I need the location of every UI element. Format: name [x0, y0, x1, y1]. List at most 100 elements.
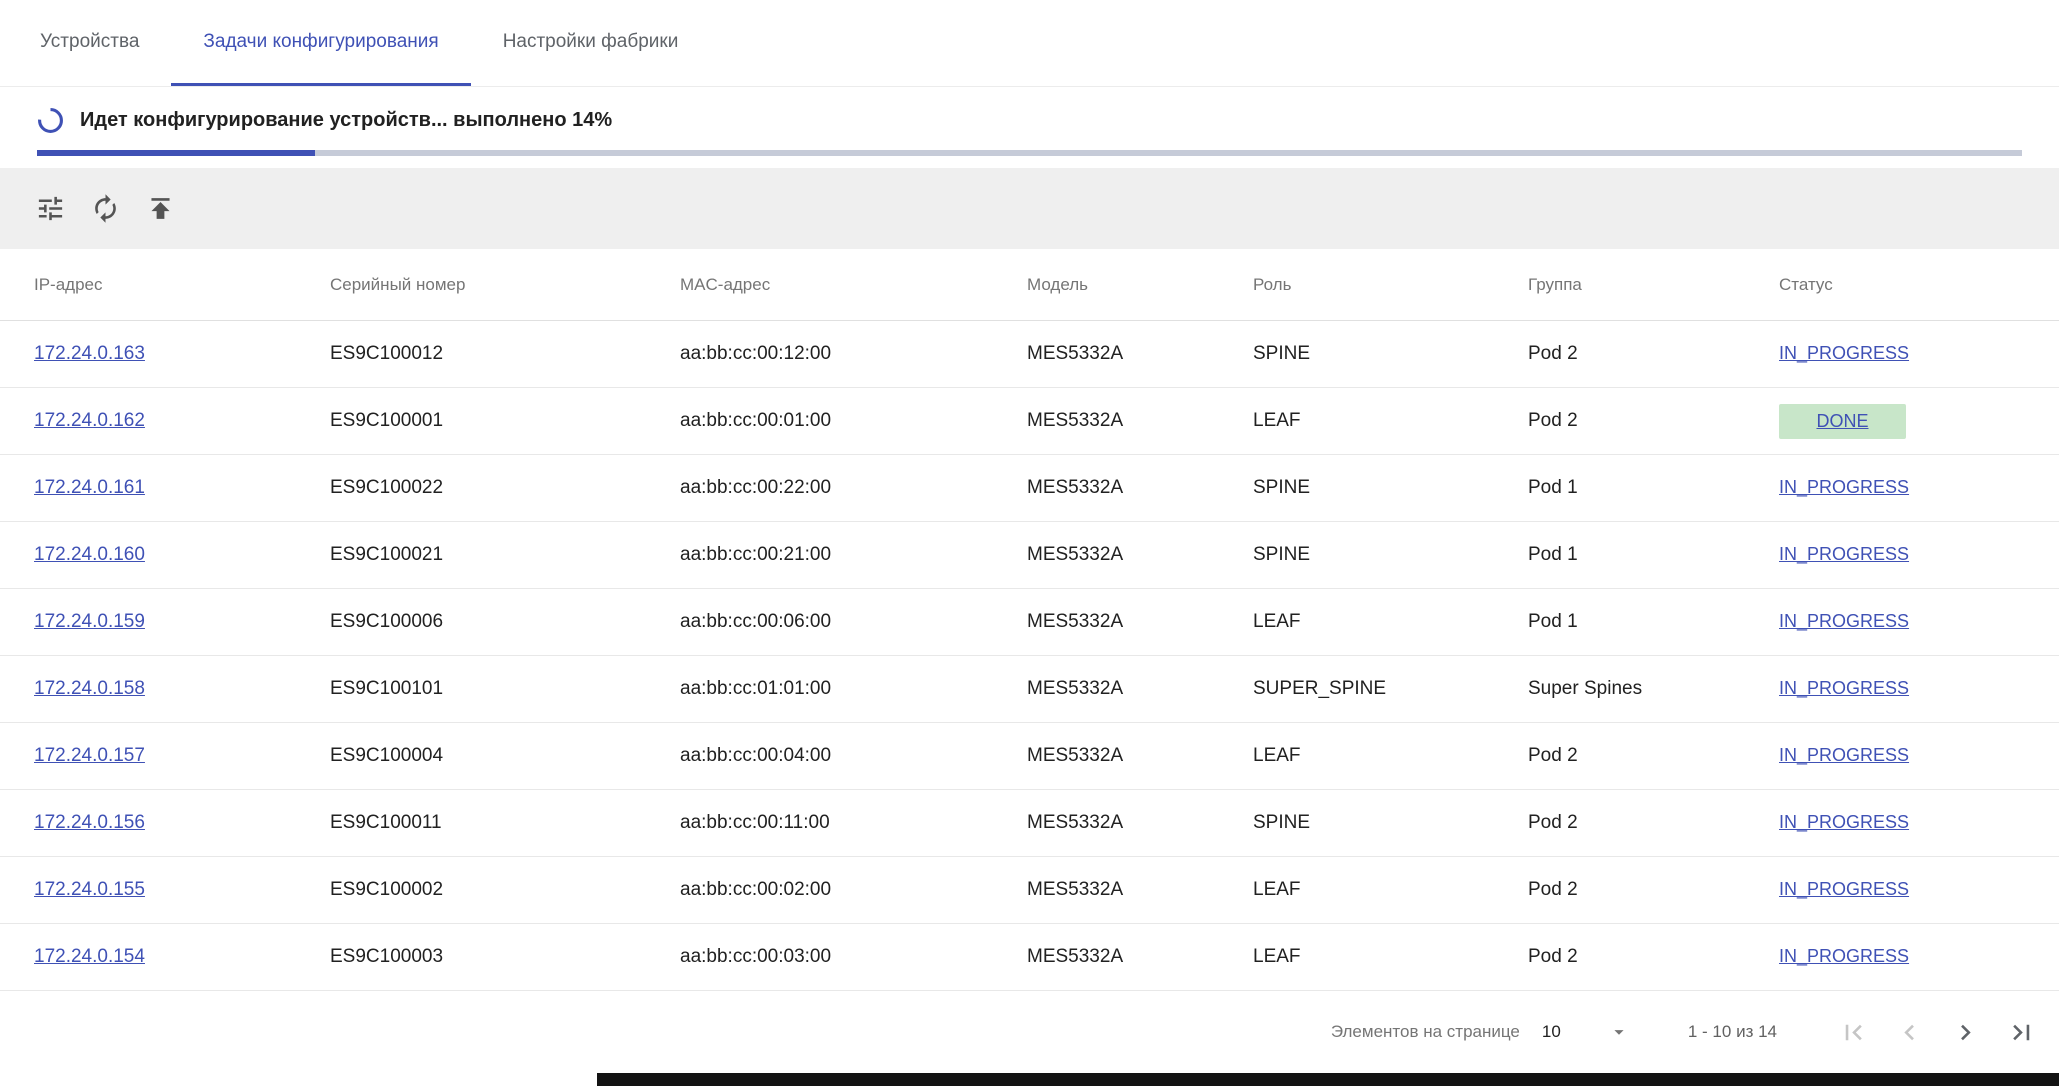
- ip-cell: 172.24.0.159: [34, 611, 330, 633]
- progress-fill: [37, 150, 315, 156]
- table-row: 172.24.0.156 ES9C100011 aa:bb:cc:00:11:0…: [0, 790, 2059, 857]
- group-cell: Pod 1: [1528, 477, 1779, 499]
- status-cell: IN_PROGRESS: [1779, 812, 2059, 834]
- role-cell: SPINE: [1253, 812, 1528, 834]
- pagination-bar: Элементов на странице 10 1 - 10 из 14: [0, 991, 2059, 1073]
- table-row: 172.24.0.158 ES9C100101 aa:bb:cc:01:01:0…: [0, 656, 2059, 723]
- ip-link[interactable]: 172.24.0.155: [34, 879, 145, 900]
- status-link[interactable]: IN_PROGRESS: [1779, 611, 1909, 631]
- serial-cell: ES9C100004: [330, 745, 680, 767]
- role-cell: SPINE: [1253, 477, 1528, 499]
- group-cell: Pod 2: [1528, 745, 1779, 767]
- table-row: 172.24.0.160 ES9C100021 aa:bb:cc:00:21:0…: [0, 522, 2059, 589]
- ip-link[interactable]: 172.24.0.161: [34, 477, 145, 498]
- items-per-page-value: 10: [1542, 1022, 1561, 1042]
- ip-cell: 172.24.0.154: [34, 946, 330, 968]
- column-header-ip: IP-адрес: [34, 275, 330, 295]
- tab-fabric-settings[interactable]: Настройки фабрики: [471, 0, 711, 86]
- refresh-icon: [90, 193, 121, 224]
- ip-cell: 172.24.0.158: [34, 678, 330, 700]
- role-cell: SUPER_SPINE: [1253, 678, 1528, 700]
- role-cell: LEAF: [1253, 879, 1528, 901]
- status-link[interactable]: IN_PROGRESS: [1779, 879, 1909, 899]
- model-cell: MES5332A: [1027, 678, 1253, 700]
- ip-link[interactable]: 172.24.0.154: [34, 946, 145, 967]
- status-link[interactable]: DONE: [1779, 404, 1906, 439]
- mac-cell: aa:bb:cc:01:01:00: [680, 678, 1027, 700]
- model-cell: MES5332A: [1027, 946, 1253, 968]
- column-header-serial: Серийный номер: [330, 275, 680, 295]
- ip-cell: 172.24.0.161: [34, 477, 330, 499]
- pagination-nav: [1831, 1010, 2043, 1054]
- ip-cell: 172.24.0.163: [34, 343, 330, 365]
- table-row: 172.24.0.161 ES9C100022 aa:bb:cc:00:22:0…: [0, 455, 2059, 522]
- group-cell: Pod 1: [1528, 611, 1779, 633]
- column-header-role: Роль: [1253, 275, 1528, 295]
- serial-cell: ES9C100012: [330, 343, 680, 365]
- page-range-label: 1 - 10 из 14: [1688, 1022, 1777, 1042]
- ip-cell: 172.24.0.156: [34, 812, 330, 834]
- upload-button[interactable]: [138, 187, 182, 231]
- role-cell: SPINE: [1253, 544, 1528, 566]
- role-cell: LEAF: [1253, 745, 1528, 767]
- progress-message: Идет конфигурирование устройств... выпол…: [80, 109, 612, 132]
- tab-configuration-tasks[interactable]: Задачи конфигурирования: [171, 0, 470, 86]
- role-cell: LEAF: [1253, 611, 1528, 633]
- status-cell: IN_PROGRESS: [1779, 879, 2059, 901]
- mac-cell: aa:bb:cc:00:12:00: [680, 343, 1027, 365]
- column-header-mac: MAC-адрес: [680, 275, 1027, 295]
- status-cell: IN_PROGRESS: [1779, 544, 2059, 566]
- column-header-status: Статус: [1779, 275, 2059, 295]
- mac-cell: aa:bb:cc:00:03:00: [680, 946, 1027, 968]
- status-link[interactable]: IN_PROGRESS: [1779, 745, 1909, 765]
- table-row: 172.24.0.154 ES9C100003 aa:bb:cc:00:03:0…: [0, 924, 2059, 991]
- ip-link[interactable]: 172.24.0.162: [34, 410, 145, 431]
- ip-cell: 172.24.0.155: [34, 879, 330, 901]
- previous-page-button[interactable]: [1887, 1010, 1931, 1054]
- last-page-button[interactable]: [1999, 1010, 2043, 1054]
- status-link[interactable]: IN_PROGRESS: [1779, 343, 1909, 363]
- table-row: 172.24.0.155 ES9C100002 aa:bb:cc:00:02:0…: [0, 857, 2059, 924]
- serial-cell: ES9C100001: [330, 410, 680, 432]
- ip-link[interactable]: 172.24.0.159: [34, 611, 145, 632]
- ip-link[interactable]: 172.24.0.158: [34, 678, 145, 699]
- ip-cell: 172.24.0.157: [34, 745, 330, 767]
- serial-cell: ES9C100021: [330, 544, 680, 566]
- tune-icon: [35, 193, 66, 224]
- model-cell: MES5332A: [1027, 745, 1253, 767]
- progress-section: Идет конфигурирование устройств... выпол…: [0, 87, 2059, 156]
- status-link[interactable]: IN_PROGRESS: [1779, 678, 1909, 698]
- table-header-row: IP-адрес Серийный номер MAC-адрес Модель…: [0, 249, 2059, 321]
- role-cell: SPINE: [1253, 343, 1528, 365]
- ip-cell: 172.24.0.160: [34, 544, 330, 566]
- mac-cell: aa:bb:cc:00:04:00: [680, 745, 1027, 767]
- mac-cell: aa:bb:cc:00:21:00: [680, 544, 1027, 566]
- status-link[interactable]: IN_PROGRESS: [1779, 812, 1909, 832]
- refresh-button[interactable]: [83, 187, 127, 231]
- serial-cell: ES9C100101: [330, 678, 680, 700]
- items-per-page-select[interactable]: 10: [1542, 1021, 1630, 1043]
- upload-icon: [145, 193, 176, 224]
- last-page-icon: [2006, 1017, 2037, 1048]
- ip-link[interactable]: 172.24.0.157: [34, 745, 145, 766]
- bottom-strip: [0, 1073, 2059, 1086]
- next-page-button[interactable]: [1943, 1010, 1987, 1054]
- group-cell: Pod 2: [1528, 410, 1779, 432]
- table-row: 172.24.0.163 ES9C100012 aa:bb:cc:00:12:0…: [0, 321, 2059, 388]
- group-cell: Pod 1: [1528, 544, 1779, 566]
- status-link[interactable]: IN_PROGRESS: [1779, 544, 1909, 564]
- first-page-button[interactable]: [1831, 1010, 1875, 1054]
- filter-settings-button[interactable]: [28, 187, 72, 231]
- ip-link[interactable]: 172.24.0.156: [34, 812, 145, 833]
- status-link[interactable]: IN_PROGRESS: [1779, 477, 1909, 497]
- chevron-down-icon: [1608, 1021, 1630, 1043]
- serial-cell: ES9C100011: [330, 812, 680, 834]
- tab-devices[interactable]: Устройства: [8, 0, 171, 86]
- status-link[interactable]: IN_PROGRESS: [1779, 946, 1909, 966]
- serial-cell: ES9C100006: [330, 611, 680, 633]
- model-cell: MES5332A: [1027, 611, 1253, 633]
- table-row: 172.24.0.162 ES9C100001 aa:bb:cc:00:01:0…: [0, 388, 2059, 455]
- ip-link[interactable]: 172.24.0.163: [34, 343, 145, 364]
- ip-link[interactable]: 172.24.0.160: [34, 544, 145, 565]
- mac-cell: aa:bb:cc:00:22:00: [680, 477, 1027, 499]
